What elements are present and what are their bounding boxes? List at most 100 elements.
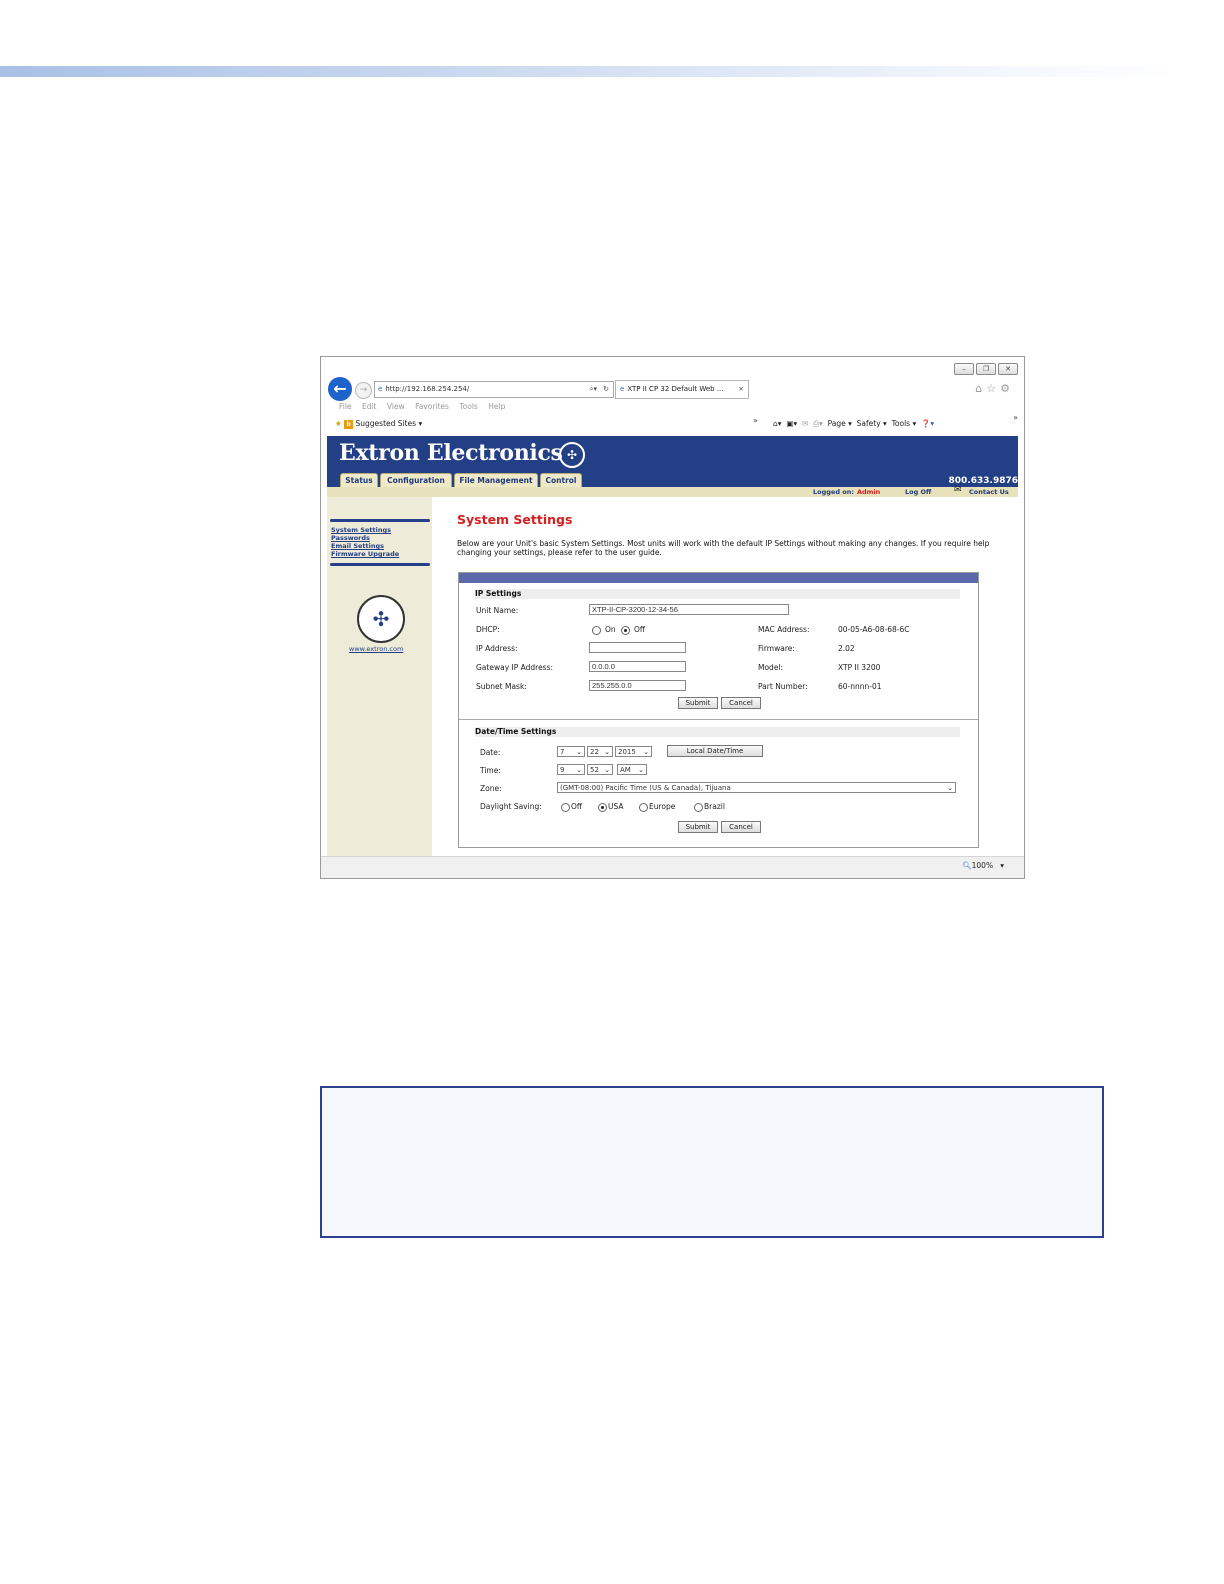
zoom-control[interactable]: 🔍︎100% ▾ xyxy=(962,861,1004,870)
home-cmd-icon[interactable]: ⌂▾ xyxy=(773,419,782,428)
suggested-sites-link[interactable]: Suggested Sites ▾ xyxy=(356,419,423,428)
logged-on-label: Logged on: xyxy=(813,488,854,496)
search-icon[interactable]: ⌕▾ xyxy=(590,382,597,397)
tab-file-management[interactable]: File Management xyxy=(454,473,538,487)
restore-icon[interactable]: ❐ xyxy=(976,363,996,375)
chevron-down-icon: ⌄ xyxy=(947,784,953,792)
page-menu[interactable]: Page ▾ xyxy=(828,419,852,428)
tab-configuration[interactable]: Configuration xyxy=(380,473,452,487)
dst-usa-label: USA xyxy=(608,802,624,811)
dhcp-off-radio[interactable] xyxy=(621,626,630,635)
unit-name-input[interactable] xyxy=(589,604,789,615)
model-label: Model: xyxy=(758,663,784,672)
ie-toolbar-icons: ⌂☆⚙ xyxy=(975,382,1014,395)
menu-edit[interactable]: Edit xyxy=(362,402,377,411)
ip-submit-button[interactable]: Submit xyxy=(678,697,718,709)
address-bar[interactable]: e http://192.168.254.254/ ⌕▾ ↻ xyxy=(374,381,614,398)
zoom-level: 100% xyxy=(971,861,994,870)
ip-address-label: IP Address: xyxy=(476,644,518,653)
log-off-link[interactable]: Log Off xyxy=(905,488,931,496)
note-box xyxy=(320,1086,1104,1238)
tab-status[interactable]: Status xyxy=(340,473,378,487)
feeds-icon[interactable]: ▣▾ xyxy=(786,419,797,428)
cmdbar-chevron[interactable]: » xyxy=(1013,413,1018,422)
ip-settings-header: IP Settings xyxy=(475,589,960,599)
menu-view[interactable]: View xyxy=(387,402,405,411)
date-label: Date: xyxy=(480,748,501,757)
ip-cancel-button[interactable]: Cancel xyxy=(721,697,761,709)
forward-arrow-icon[interactable]: → xyxy=(355,382,372,399)
extron-brand: Extron Electronics xyxy=(339,440,563,466)
extron-url-link[interactable]: www.extron.com xyxy=(349,645,403,653)
menu-help[interactable]: Help xyxy=(488,402,505,411)
sidebar-link-firmware-upgrade[interactable]: Firmware Upgrade xyxy=(331,550,399,558)
tab-control[interactable]: Control xyxy=(540,473,582,487)
daylight-saving-label: Daylight Saving: xyxy=(480,802,542,811)
zone-select[interactable]: (GMT-08:00) Pacific Time (US & Canada), … xyxy=(557,782,956,793)
hour-select[interactable]: 9 ⌄ xyxy=(557,764,585,775)
month-select[interactable]: 7 ⌄ xyxy=(557,746,585,757)
safety-menu[interactable]: Safety ▾ xyxy=(857,419,887,428)
part-number-value: 60-nnnn-01 xyxy=(838,682,882,691)
page-description: Below are your Unit's basic System Setti… xyxy=(457,539,990,557)
login-bar: Logged on: Admin Log Off ✉ Contact Us xyxy=(327,485,1018,497)
dst-off-radio[interactable] xyxy=(561,803,570,812)
day-select[interactable]: 22 ⌄ xyxy=(587,746,613,757)
year-select[interactable]: 2015 ⌄ xyxy=(615,746,652,757)
sidebar-link-system-settings[interactable]: System Settings xyxy=(331,526,391,534)
menu-tools[interactable]: Tools xyxy=(459,402,477,411)
dhcp-on-radio[interactable] xyxy=(592,626,601,635)
back-arrow-icon[interactable]: ← xyxy=(328,377,352,401)
print-icon[interactable]: ⎙▾ xyxy=(813,419,823,428)
chevron-down-icon: ⌄ xyxy=(604,748,610,756)
home-icon[interactable]: ⌂ xyxy=(975,382,986,395)
gateway-input[interactable] xyxy=(589,661,686,672)
refresh-icon[interactable]: ↻ xyxy=(603,382,609,397)
dst-europe-label: Europe xyxy=(649,802,676,811)
zoom-icon: 🔍︎ xyxy=(962,861,972,870)
close-window-icon[interactable]: ✕ xyxy=(998,363,1018,375)
window-controls: – ❐ ✕ xyxy=(954,363,1018,375)
dst-europe-radio[interactable] xyxy=(639,803,648,812)
minute-select[interactable]: 52 ⌄ xyxy=(587,764,613,775)
menu-favorites[interactable]: Favorites xyxy=(415,402,449,411)
datetime-header: Date/Time Settings xyxy=(475,727,960,737)
sidebar-divider-bottom xyxy=(330,563,430,566)
page-title: System Settings xyxy=(457,512,573,527)
contact-us-link[interactable]: Contact Us xyxy=(969,488,1009,496)
menu-file[interactable]: File xyxy=(339,402,352,411)
subnet-input[interactable] xyxy=(589,680,686,691)
subnet-label: Subnet Mask: xyxy=(476,682,527,691)
tab-close-icon[interactable]: × xyxy=(738,381,744,398)
ip-address-input[interactable] xyxy=(589,642,686,653)
favorites-bar: ★ b Suggested Sites ▾ xyxy=(335,419,422,429)
sidebar-divider-top xyxy=(330,519,430,522)
favorites-star-icon[interactable]: ☆ xyxy=(986,382,1000,395)
minimize-icon[interactable]: – xyxy=(954,363,974,375)
dst-brazil-radio[interactable] xyxy=(694,803,703,812)
mail-icon[interactable]: ✉ xyxy=(802,419,808,428)
firmware-label: Firmware: xyxy=(758,644,795,653)
dst-brazil-label: Brazil xyxy=(704,802,725,811)
ampm-select[interactable]: AM ⌄ xyxy=(617,764,647,775)
gear-icon[interactable]: ⚙ xyxy=(1000,382,1014,395)
dst-usa-radio[interactable] xyxy=(598,803,607,812)
tools-menu[interactable]: Tools ▾ xyxy=(892,419,917,428)
datetime-submit-button[interactable]: Submit xyxy=(678,821,718,833)
sidebar-link-email-settings[interactable]: Email Settings xyxy=(331,542,384,550)
unit-name-label: Unit Name: xyxy=(476,606,519,615)
datetime-cancel-button[interactable]: Cancel xyxy=(721,821,761,833)
address-url: http://192.168.254.254/ xyxy=(385,385,470,393)
local-date-time-button[interactable]: Local Date/Time xyxy=(667,745,763,757)
firmware-value: 2.02 xyxy=(838,644,855,653)
browser-tab[interactable]: e XTP II CP 32 Default Web ... × xyxy=(615,380,749,399)
tab-title: XTP II CP 32 Default Web ... xyxy=(627,385,724,393)
favbar-chevron[interactable]: » xyxy=(753,416,758,425)
suggested-sites-icon: b xyxy=(344,420,354,429)
zone-label: Zone: xyxy=(480,784,502,793)
help-icon[interactable]: ❓▾ xyxy=(921,419,934,428)
sidebar-link-passwords[interactable]: Passwords xyxy=(331,534,370,542)
menu-bar: File Edit View Favorites Tools Help xyxy=(339,402,505,411)
chevron-down-icon: ⌄ xyxy=(643,748,649,756)
favorites-add-icon[interactable]: ★ xyxy=(335,419,342,428)
